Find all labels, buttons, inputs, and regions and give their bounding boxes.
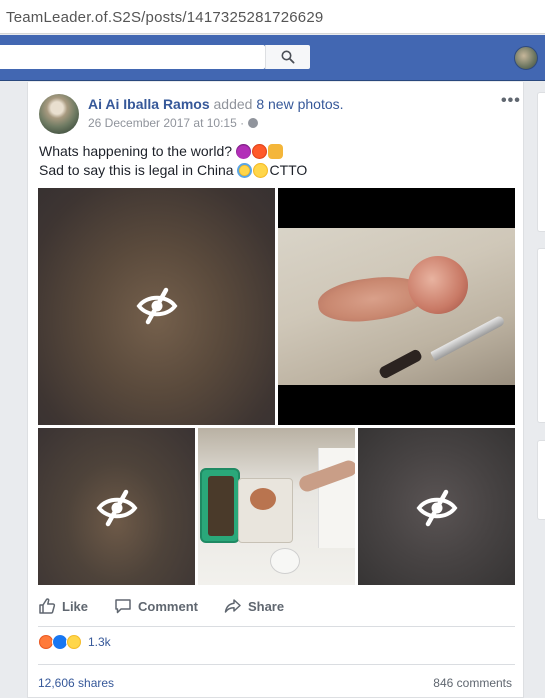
- photo-4[interactable]: [198, 428, 355, 585]
- crying-emoji-icon: [237, 163, 253, 178]
- angry-emoji-icon: [251, 144, 267, 159]
- hidden-eye-icon[interactable]: [96, 488, 138, 528]
- globe-icon: [248, 118, 259, 128]
- author-name-link[interactable]: Ai Ai Iballa Ramos: [88, 96, 210, 112]
- facebook-top-bar: [0, 35, 545, 81]
- devil-emoji-icon: [235, 144, 251, 159]
- comment-button[interactable]: Comment: [114, 597, 198, 615]
- share-label[interactable]: Share: [248, 599, 284, 614]
- post-message: Whats happening to the world? Sad to say…: [39, 142, 307, 180]
- scream-emoji-icon: [253, 163, 269, 178]
- thumbs-up-icon: [39, 598, 56, 614]
- hidden-eye-icon[interactable]: [136, 286, 178, 326]
- right-column-card: [537, 92, 545, 232]
- hidden-eye-icon[interactable]: [416, 488, 458, 528]
- message-line-1: Whats happening to the world?: [39, 143, 233, 159]
- search-input[interactable]: [0, 45, 265, 69]
- author-avatar[interactable]: [39, 94, 79, 134]
- fist-emoji-icon: [267, 144, 283, 159]
- more-options-icon[interactable]: •••: [501, 92, 521, 110]
- url-text[interactable]: TeamLeader.of.S2S/posts/1417325281726629: [6, 9, 323, 26]
- browser-address-bar[interactable]: TeamLeader.of.S2S/posts/1417325281726629: [0, 0, 545, 34]
- message-line-2: Sad to say this is legal in China: [39, 162, 234, 178]
- comments-count[interactable]: 846 comments: [433, 676, 512, 690]
- sad-reaction-icon: [66, 634, 82, 650]
- hidden-photo-1[interactable]: [38, 188, 275, 425]
- share-icon: [224, 599, 241, 613]
- shares-count[interactable]: 12,606 shares: [38, 676, 114, 690]
- share-button[interactable]: Share: [224, 597, 284, 615]
- hidden-photo-3[interactable]: [38, 428, 195, 585]
- right-column-card: [537, 440, 545, 520]
- post-actions: Like Comment Share: [38, 590, 515, 622]
- search-button[interactable]: [265, 45, 310, 69]
- hidden-photo-5[interactable]: [358, 428, 515, 585]
- profile-avatar[interactable]: [514, 46, 538, 70]
- like-label[interactable]: Like: [62, 599, 88, 614]
- divider: [38, 664, 515, 665]
- post-header: Ai Ai Iballa Ramos added 8 new photos.: [88, 96, 344, 112]
- timestamp-text[interactable]: 26 December 2017 at 10:15 ·: [88, 116, 244, 130]
- divider: [38, 626, 515, 627]
- post-card: Ai Ai Iballa Ramos added 8 new photos. 2…: [27, 82, 524, 698]
- post-timestamp[interactable]: 26 December 2017 at 10:15 ·: [88, 116, 259, 130]
- photo-2[interactable]: [278, 188, 515, 425]
- comment-label[interactable]: Comment: [138, 599, 198, 614]
- search-icon: [281, 50, 295, 64]
- right-column-card: [537, 248, 545, 423]
- reactions-summary[interactable]: 1.3k: [38, 634, 111, 650]
- reaction-count[interactable]: 1.3k: [88, 635, 111, 649]
- like-button[interactable]: Like: [38, 597, 88, 615]
- message-credit: CTTO: [269, 162, 308, 178]
- new-photos-link[interactable]: 8 new photos.: [256, 96, 343, 112]
- action-text: added: [213, 96, 253, 112]
- comment-icon: [115, 599, 131, 614]
